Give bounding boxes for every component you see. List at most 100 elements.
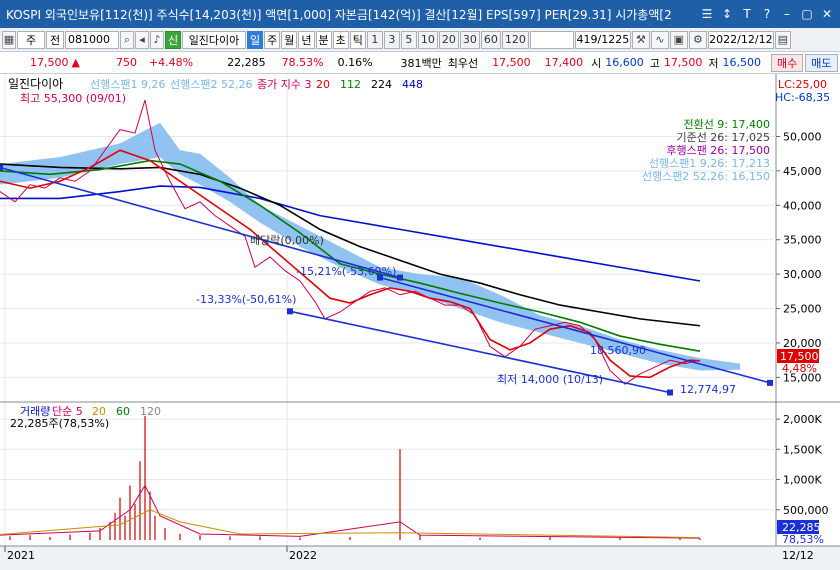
settings-icon[interactable]: ⚙ <box>688 30 707 49</box>
top-legend-item: 112 <box>340 78 361 91</box>
change-percent: +4.48% <box>148 56 194 69</box>
price-tick-label: 40,000 <box>783 199 822 212</box>
date-input[interactable]: 2022/12/12 <box>707 30 774 49</box>
price-tick-label: 45,000 <box>783 165 822 178</box>
date-label-2021: 2021 <box>7 549 35 562</box>
interval-120[interactable]: 120 <box>501 30 529 49</box>
volume-ratio: 78.53% <box>281 56 324 69</box>
annotation-pct1: -15,21%(-53,69%) <box>296 265 396 278</box>
mode-select[interactable]: 전 <box>46 30 64 49</box>
grid-icon[interactable]: ▦ <box>2 30 16 49</box>
new-badge: 신 <box>165 30 181 49</box>
right-legend-item: 전환선 9: 17,400 <box>683 118 770 131</box>
top-legend: 선행스팬1 9,26 선행스팬2 52,26 종가 지수 3 20 112 224 448 <box>90 78 423 91</box>
period-second[interactable]: 초 <box>332 30 349 49</box>
top-legend-item: 선행스팬1 9,26 <box>90 78 165 91</box>
code-input[interactable]: 081000 <box>65 30 119 49</box>
indicator-icon[interactable]: ∿ <box>650 30 669 49</box>
trend-handle[interactable] <box>397 274 403 281</box>
close-icon[interactable]: ✕ <box>818 5 836 23</box>
price-bar: 17,500 ▲ 750 +4.48% 22,285 78.53% 0.16% … <box>0 52 840 74</box>
turnover-rate: 0.16% <box>337 56 373 69</box>
minimize-icon[interactable]: – <box>778 5 796 23</box>
period-tick[interactable]: 틱 <box>349 30 366 49</box>
annotation-low: 최저 14,000 (10/13) <box>497 373 603 386</box>
period-year[interactable]: 년 <box>298 30 315 49</box>
window-title: KOSPI 외국인보유[112(천)] 주식수[14,203(천)] 액면[1,… <box>6 7 672 22</box>
search-icon[interactable]: ⌕ <box>120 30 134 49</box>
volume: 22,285 <box>227 56 266 69</box>
trend-handle[interactable] <box>0 164 3 171</box>
market-select[interactable]: 주 <box>17 30 45 49</box>
interval-10[interactable]: 10 <box>417 30 438 49</box>
top-legend-item: 224 <box>371 78 392 91</box>
price-change: 750 <box>115 56 137 69</box>
trend-handle[interactable] <box>287 308 293 315</box>
price-tick-label: 35,000 <box>783 234 822 247</box>
period-day[interactable]: 일 <box>247 30 264 49</box>
speaker-icon[interactable]: ♪ <box>150 30 164 49</box>
stock-name: 일진다이아 <box>182 30 246 49</box>
sell-button[interactable]: 매도 <box>805 53 838 72</box>
best-bid: 17,400 <box>544 56 584 69</box>
window-titlebar: KOSPI 외국인보유[112(천)] 주식수[14,203(천)] 액면[1,… <box>0 0 840 28</box>
trade-amount: 381백만 <box>400 56 442 70</box>
volume-current: 22,285주(78,53%) <box>10 417 109 430</box>
volume-legend-item: 60 <box>116 405 130 418</box>
count-display: 419/1225 <box>574 30 631 49</box>
period-minute[interactable]: 분 <box>315 30 332 49</box>
date-label-last: 12/12 <box>782 549 814 562</box>
date-axis <box>0 546 840 570</box>
price-tick-label: 20,000 <box>783 337 822 350</box>
current-pct-tag: 4,48% <box>782 362 817 375</box>
open-price: 16,600 <box>605 56 644 69</box>
volume-pct-tag: 78,53% <box>782 533 824 546</box>
interval-20[interactable]: 20 <box>438 30 459 49</box>
resize-icon[interactable]: ↕ <box>718 5 736 23</box>
trend-handle[interactable] <box>667 389 673 396</box>
maximize-icon[interactable]: ▢ <box>798 5 816 23</box>
annotation-dividend: 배당락(0,00%) <box>250 234 324 247</box>
low-price: 16,500 <box>722 56 762 69</box>
menu-icon[interactable]: ☰ <box>698 5 716 23</box>
interval-5[interactable]: 5 <box>400 30 417 49</box>
interval-1[interactable]: 1 <box>366 30 383 49</box>
period-week[interactable]: 주 <box>264 30 281 49</box>
date-label-2022: 2022 <box>289 549 317 562</box>
annotation-high: 최고 55,300 (09/01) <box>20 92 126 105</box>
save-icon[interactable]: ▣ <box>669 30 688 49</box>
interval-30[interactable]: 30 <box>459 30 480 49</box>
price-tick-label: 25,000 <box>783 303 822 316</box>
annotation-level1: 18,560,90 <box>590 344 646 357</box>
low-label: 저 <box>708 56 719 70</box>
top-legend-item: 448 <box>402 78 423 91</box>
interval-60[interactable]: 60 <box>480 30 501 49</box>
right-legend-item: 후행스팬 26: 17,500 <box>666 144 770 157</box>
lc-label: LC:25,00 <box>778 78 827 91</box>
interval-input[interactable] <box>529 30 574 49</box>
trend-handle[interactable] <box>767 379 773 386</box>
top-legend-item: 종가 지수 3 <box>257 78 311 91</box>
volume-tick-label: 1,000K <box>783 474 822 487</box>
volume-tick-label: 500,000 <box>783 504 829 517</box>
help-icon[interactable]: ? <box>758 5 776 23</box>
buy-button[interactable]: 매수 <box>771 53 804 72</box>
best-label: 최우선 <box>447 56 479 70</box>
volume-tick-label: 2,000K <box>783 413 822 426</box>
right-legend-item: 선행스팬2 52,26: 16,150 <box>642 170 770 183</box>
hc-label: HC:-68,35 <box>775 91 830 104</box>
volume-tick-label: 1,500K <box>783 443 822 456</box>
period-month[interactable]: 월 <box>281 30 298 49</box>
prev-icon[interactable]: ◂ <box>135 30 149 49</box>
calendar-icon[interactable]: ▤ <box>774 30 791 49</box>
interval-3[interactable]: 3 <box>383 30 400 49</box>
chart-tools-icon[interactable]: ⚒ <box>631 30 650 49</box>
stock-chart[interactable]: 15,00020,00025,00030,00035,00040,00045,0… <box>0 74 840 570</box>
text-icon[interactable]: T <box>738 5 756 23</box>
high-label: 고 <box>649 56 660 70</box>
top-legend-item: 20 <box>316 78 330 91</box>
volume-legend-item: 120 <box>140 405 161 418</box>
chart-stock-name: 일진다이아 <box>8 77 63 91</box>
right-legend-item: 선행스팬1 9,26: 17,213 <box>649 157 770 170</box>
annotation-pct2: -13,33%(-50,61%) <box>196 293 296 306</box>
